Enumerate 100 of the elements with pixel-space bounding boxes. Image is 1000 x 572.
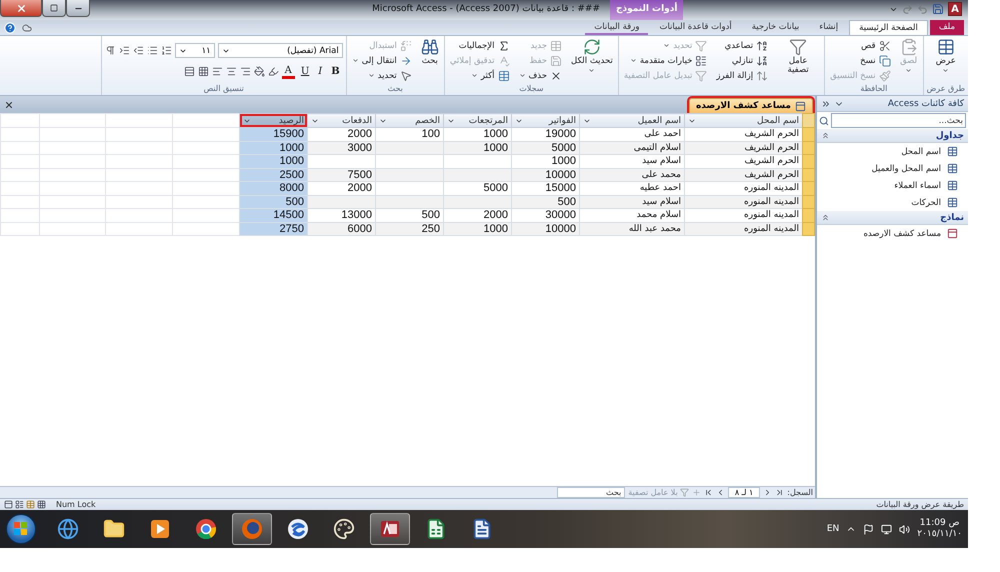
table-cell: محمد على — [580, 168, 684, 182]
table-cell — [376, 195, 444, 208]
format-button[interactable]: B — [328, 66, 343, 77]
ribbon-tab[interactable]: ملف — [930, 20, 964, 35]
first-record-button[interactable] — [775, 488, 784, 497]
gridlines-icon[interactable] — [198, 66, 209, 77]
ribbon-button[interactable]: حذف — [516, 68, 564, 83]
close-icon — [16, 2, 26, 14]
ribbon-button[interactable]: تصاعدي — [714, 38, 770, 53]
format-button[interactable]: I — [315, 66, 326, 77]
column-header[interactable]: الدفعات — [308, 114, 376, 128]
close-button[interactable] — [0, 0, 42, 17]
outdent-icon[interactable] — [132, 45, 144, 56]
pane-item[interactable]: مساعد كشف الارصده — [817, 225, 968, 242]
search-field[interactable]: بحث... — [831, 113, 966, 128]
ribbon-tab[interactable]: إنشاء — [810, 20, 848, 35]
font-size-field[interactable]: ١١ — [174, 43, 215, 58]
table-cell: 250 — [376, 222, 444, 236]
table-cell — [376, 168, 444, 182]
indent-icon[interactable] — [118, 45, 130, 56]
pane-item[interactable]: اسم المحل — [817, 143, 968, 160]
ribbon-tab[interactable]: الصفحة الرئيسية — [849, 20, 928, 35]
view-icon[interactable] — [15, 500, 24, 509]
table-cell: 15900 — [240, 128, 308, 141]
column-header[interactable]: الفواتير — [512, 114, 580, 128]
rows-icon[interactable] — [184, 66, 195, 77]
table-cell — [444, 168, 512, 182]
highlighter-icon[interactable] — [268, 66, 279, 77]
volume-icon[interactable] — [899, 524, 910, 534]
help-icon[interactable] — [4, 22, 16, 34]
pane-item[interactable]: اسماء العملاء — [817, 177, 968, 194]
format-button[interactable]: U — [298, 66, 312, 77]
ribbon-button[interactable]: تنازلي — [714, 53, 770, 68]
column-header[interactable]: اسم المحل — [684, 114, 802, 128]
pane-item[interactable]: اسم المحل والعميل — [817, 160, 968, 177]
undo-icon[interactable] — [917, 4, 928, 14]
table-cell: 100 — [376, 128, 444, 141]
align-center-icon[interactable] — [226, 66, 237, 77]
ribbon-tab[interactable]: بيانات خارجية — [742, 20, 808, 35]
close-button[interactable] — [4, 100, 14, 110]
start-button[interactable] — [6, 514, 36, 544]
ribbon-button[interactable]: أكثر — [448, 68, 512, 83]
refresh-icon — [582, 38, 601, 56]
ribbon-button[interactable]: تحديد — [350, 68, 414, 83]
pane-group-header[interactable]: جداول — [817, 129, 968, 143]
ribbon-button[interactable]: عامل تصفية — [775, 38, 822, 83]
taskbar-app[interactable] — [370, 513, 410, 545]
language-indicator[interactable]: EN — [826, 524, 840, 534]
column-header[interactable]: الخصم — [376, 114, 444, 128]
pane-item[interactable]: الحركات — [817, 194, 968, 211]
ribbon-button[interactable]: نسخ — [828, 53, 893, 68]
table-cell: اسلام محمد — [580, 208, 684, 222]
ribbon-button[interactable]: انتقال إلى — [350, 53, 414, 68]
form-icon — [947, 228, 958, 239]
column-header[interactable]: الرصيد — [240, 114, 308, 128]
table-cell: 500 — [512, 195, 580, 208]
paragraph-icon[interactable] — [104, 45, 116, 56]
restore-button[interactable] — [42, 0, 66, 17]
swirl-icon — [287, 518, 309, 540]
column-header[interactable]: المرتجعات — [444, 114, 512, 128]
cloud-icon[interactable] — [22, 22, 32, 32]
minimize-button[interactable] — [66, 0, 90, 17]
filter-status: بلا عامل تصفية — [628, 488, 678, 497]
ribbon-button[interactable]: بحث — [418, 38, 441, 83]
view-icon[interactable] — [4, 500, 13, 509]
spell-check-icon — [498, 54, 510, 66]
record-position-field[interactable]: ١ لـ ٨ — [728, 487, 760, 498]
table-cell: 1000 — [240, 141, 308, 154]
font-field[interactable]: Arial (تفصيل) — [218, 43, 343, 58]
table-icon — [498, 70, 510, 82]
paint-bucket-icon[interactable] — [254, 66, 265, 77]
table-icon — [550, 40, 562, 52]
table-cell: 5000 — [444, 182, 512, 195]
app-logo-icon — [379, 518, 401, 540]
save-icon[interactable] — [932, 3, 944, 15]
last-record-button[interactable] — [704, 488, 713, 497]
collapse-icon[interactable] — [821, 98, 831, 108]
caret-icon — [905, 66, 912, 74]
ribbon-button[interactable]: تحديث الكل — [569, 38, 615, 83]
align-left-icon[interactable] — [212, 66, 223, 77]
funnel-icon — [789, 38, 808, 56]
ribbon-button[interactable]: خيارات متقدمة — [622, 53, 710, 68]
redo-icon[interactable] — [902, 4, 913, 14]
column-header[interactable]: اسم العميل — [580, 114, 684, 128]
align-right-icon[interactable] — [240, 66, 251, 77]
document-tab[interactable]: مساعد كشف الارصده — [688, 98, 813, 113]
pane-header[interactable]: كافة كائنات Access — [817, 96, 968, 112]
flag-icon[interactable] — [863, 524, 874, 534]
view-icon[interactable] — [37, 500, 46, 509]
network-icon[interactable] — [881, 524, 892, 534]
sort-clear-icon — [756, 70, 768, 82]
pane-group-header[interactable]: نماذج — [817, 211, 968, 225]
ribbon-button[interactable]: إزالة الفرز — [714, 68, 770, 83]
ribbon-button[interactable]: الإجماليات — [448, 38, 512, 53]
ribbon-button[interactable]: عرض — [926, 38, 965, 83]
format-button[interactable]: A — [282, 64, 295, 78]
ribbon-tab[interactable]: أدوات قاعدة البيانات — [650, 20, 741, 35]
ribbon-button[interactable]: قص — [828, 38, 893, 53]
search-field[interactable]: بحث — [557, 487, 626, 498]
numbered-list-icon[interactable] — [160, 45, 172, 56]
